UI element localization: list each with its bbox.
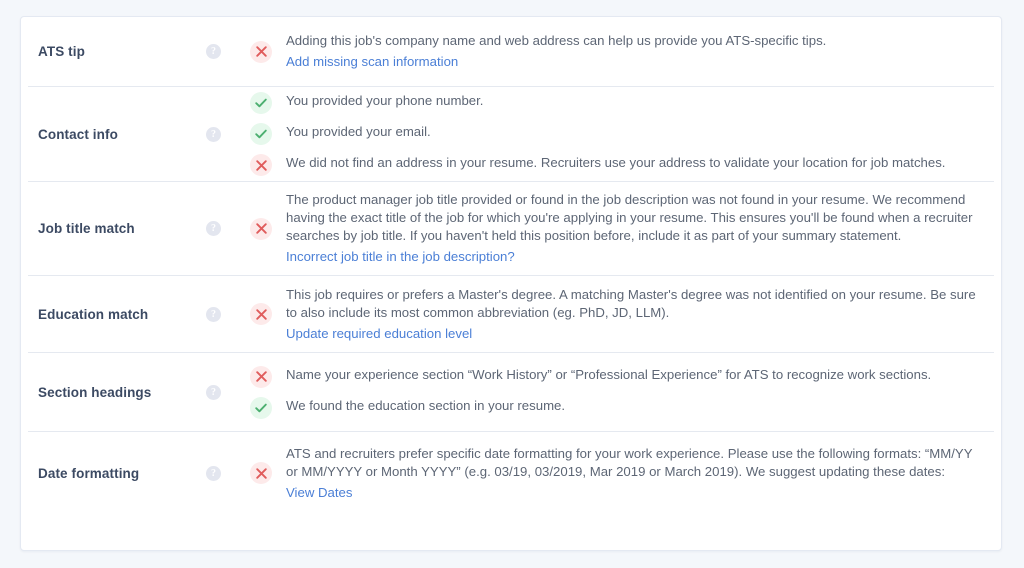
action-link[interactable]: Incorrect job title in the job descripti…: [286, 248, 515, 266]
page-root: ATS tip? Adding this job's company name a…: [0, 0, 1024, 568]
criteria-label: ATS tip: [38, 44, 85, 59]
criteria-row: Job title match? The product manager job …: [28, 182, 994, 276]
criteria-message: You provided your email.: [250, 123, 986, 145]
scan-criteria-list: ATS tip? Adding this job's company name a…: [21, 17, 1001, 514]
criteria-label: Education match: [38, 306, 149, 322]
ats-scan-results-card: ATS tip? Adding this job's company name a…: [20, 16, 1002, 551]
action-link[interactable]: View Dates: [286, 484, 352, 502]
help-cell: ?: [206, 306, 250, 322]
help-question-icon[interactable]: ?: [206, 126, 221, 142]
criteria-message: The product manager job title provided o…: [250, 191, 986, 266]
message-body: Name your experience section “Work Histo…: [286, 366, 986, 384]
action-link[interactable]: Add missing scan information: [286, 53, 458, 71]
criteria-messages: Name your experience section “Work Histo…: [250, 365, 994, 419]
help-question-icon[interactable]: ?: [206, 306, 221, 322]
criteria-label: Contact info: [38, 126, 118, 142]
check-icon: [250, 92, 272, 114]
criteria-message: This job requires or prefers a Master's …: [250, 286, 986, 343]
help-cell: ?: [206, 126, 250, 142]
help-cell: ?: [206, 465, 250, 481]
action-link[interactable]: Update required education level: [286, 325, 472, 343]
message-body: This job requires or prefers a Master's …: [286, 286, 986, 343]
help-cell: ?: [206, 44, 250, 59]
criteria-messages: The product manager job title provided o…: [250, 191, 994, 266]
message-body: You provided your email.: [286, 123, 986, 141]
help-question-icon[interactable]: ?: [206, 384, 221, 400]
message-text: ATS and recruiters prefer specific date …: [286, 445, 973, 479]
message-body: You provided your phone number.: [286, 92, 986, 110]
x-icon: [250, 217, 272, 240]
criteria-message: We found the education section in your r…: [250, 396, 986, 419]
message-text: Name your experience section “Work Histo…: [286, 366, 932, 382]
x-icon: [250, 303, 272, 325]
criteria-row: Contact info? You provided your phone num…: [28, 87, 994, 182]
criteria-row: Date formatting? ATS and recruiters prefe…: [28, 432, 994, 514]
message-text: This job requires or prefers a Master's …: [286, 286, 976, 320]
help-question-icon[interactable]: ?: [206, 221, 221, 236]
message-body: The product manager job title provided o…: [286, 191, 986, 266]
criteria-row: Section headings? Name your experience se…: [28, 353, 994, 432]
x-icon: [250, 462, 272, 484]
criteria-message: Adding this job's company name and web a…: [250, 32, 986, 71]
check-icon: [250, 123, 272, 145]
message-body: We found the education section in your r…: [286, 397, 986, 415]
x-icon: [250, 40, 272, 63]
criteria-row: Education match? This job requires or pre…: [28, 276, 994, 353]
help-question-icon[interactable]: ?: [206, 465, 221, 481]
criteria-message: You provided your phone number.: [250, 92, 986, 114]
message-text: Adding this job's company name and web a…: [286, 33, 827, 48]
message-text: We found the education section in your r…: [286, 397, 566, 413]
x-icon: [250, 154, 272, 176]
criteria-message: Name your experience section “Work Histo…: [250, 365, 986, 388]
message-text: We did not find an address in your resum…: [286, 155, 946, 170]
criteria-messages: ATS and recruiters prefer specific date …: [250, 445, 994, 502]
x-icon: [250, 365, 272, 388]
criteria-message: ATS and recruiters prefer specific date …: [250, 445, 986, 502]
message-text: The product manager job title provided o…: [286, 192, 973, 243]
message-body: ATS and recruiters prefer specific date …: [286, 445, 986, 502]
criteria-label: Job title match: [38, 221, 135, 236]
help-cell: ?: [206, 384, 250, 400]
criteria-messages: You provided your phone number. You provi…: [250, 92, 994, 176]
message-text: You provided your email.: [286, 124, 431, 139]
help-question-icon[interactable]: ?: [206, 44, 221, 59]
message-body: We did not find an address in your resum…: [286, 154, 986, 172]
criteria-message: We did not find an address in your resum…: [250, 154, 986, 176]
help-cell: ?: [206, 221, 250, 236]
criteria-messages: Adding this job's company name and web a…: [250, 32, 994, 71]
criteria-label: Section headings: [38, 384, 152, 400]
criteria-messages: This job requires or prefers a Master's …: [250, 286, 994, 343]
message-body: Adding this job's company name and web a…: [286, 32, 986, 71]
criteria-row: ATS tip? Adding this job's company name a…: [28, 17, 994, 87]
check-icon: [250, 396, 272, 419]
message-text: You provided your phone number.: [286, 93, 484, 108]
criteria-label: Date formatting: [38, 465, 140, 481]
